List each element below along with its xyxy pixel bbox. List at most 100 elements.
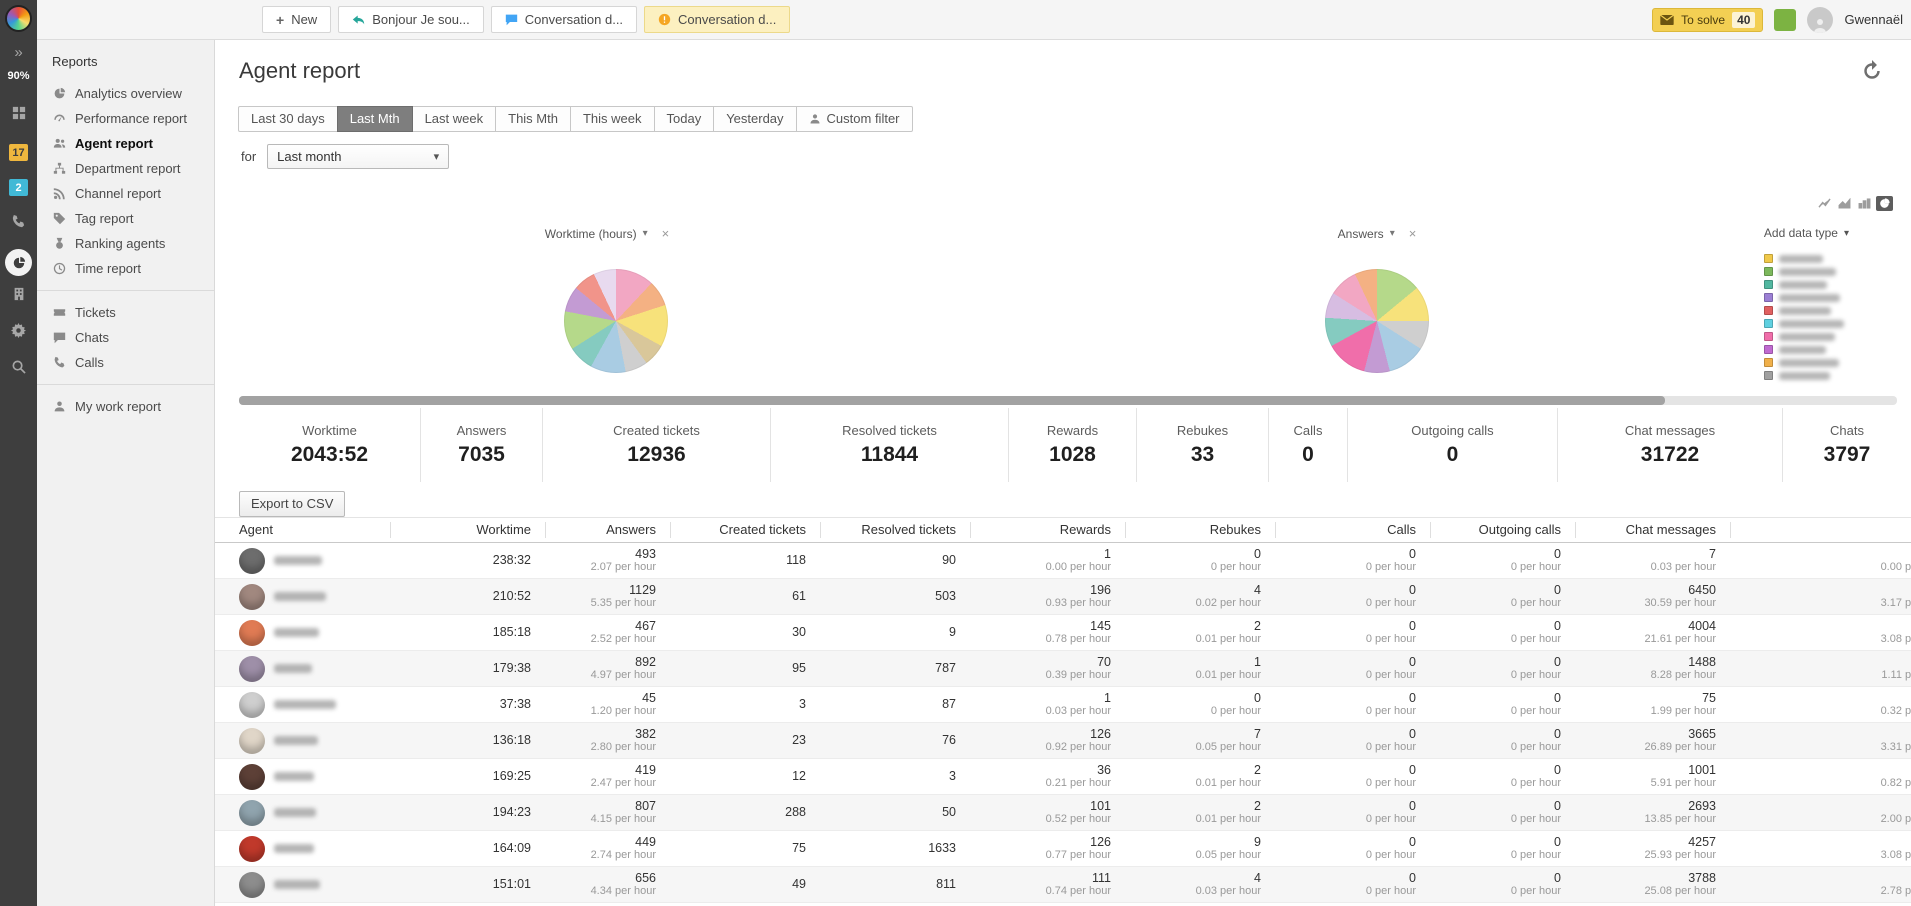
expand-sidebar-icon[interactable]: » <box>0 44 37 61</box>
sidebar-item-department-report[interactable]: Department report <box>37 156 214 181</box>
period-select[interactable]: Last month ▾ <box>267 144 449 169</box>
user-avatar[interactable] <box>1807 7 1833 33</box>
column-header-worktime[interactable]: Worktime <box>390 522 545 538</box>
horizontal-scrollbar[interactable] <box>239 396 1897 405</box>
sidebar-item-performance-report[interactable]: Performance report <box>37 106 214 131</box>
cell-worktime: 238:32 <box>390 553 545 567</box>
legend-item[interactable] <box>1764 369 1894 382</box>
table-row[interactable]: 179:388924.97 per hour95787700.39 per ho… <box>215 651 1911 687</box>
table-row[interactable]: 136:183822.80 per hour23761260.92 per ho… <box>215 723 1911 759</box>
legend-item[interactable] <box>1764 330 1894 343</box>
stat-created-tickets: Created tickets12936 <box>542 408 770 482</box>
refresh-icon[interactable] <box>1861 60 1883 82</box>
app-logo[interactable] <box>0 5 37 32</box>
column-header-outgoing-calls[interactable]: Outgoing calls <box>1430 522 1575 538</box>
cell-outgoing: 00 per hour <box>1430 547 1575 574</box>
close-icon[interactable]: × <box>1409 226 1417 241</box>
worktime-pie-chart[interactable] <box>564 269 668 373</box>
calls-icon[interactable] <box>0 214 37 229</box>
stat-label: Created tickets <box>613 423 700 438</box>
chevron-down-icon[interactable]: ▾ <box>643 228 648 239</box>
cell-chat_messages: 366526.89 per hour <box>1575 727 1730 754</box>
sidebar-item-my-work-report[interactable]: My work report <box>37 394 214 419</box>
filter-last-mth[interactable]: Last Mth <box>337 106 413 132</box>
sidebar-item-analytics-overview[interactable]: Analytics overview <box>37 81 214 106</box>
legend-item[interactable] <box>1764 265 1894 278</box>
table-row[interactable]: 185:184672.52 per hour3091450.78 per hou… <box>215 615 1911 651</box>
table-row[interactable]: 37:38451.20 per hour38710.03 per hour00 … <box>215 687 1911 723</box>
cell-answers: 4932.07 per hour <box>545 547 670 574</box>
table-row[interactable]: 194:238074.15 per hour288501010.52 per h… <box>215 795 1911 831</box>
column-header-agent[interactable]: Agent <box>215 522 390 538</box>
filter-this-week[interactable]: This week <box>570 106 655 132</box>
tickets-count-badge[interactable]: 17 <box>0 144 37 161</box>
table-row[interactable]: 151:016564.34 per hour498111110.74 per h… <box>215 867 1911 903</box>
worktime-chart-title[interactable]: Worktime (hours) <box>545 227 637 241</box>
add-data-type-button[interactable]: Add data type ▾ <box>1764 226 1849 240</box>
conversation-tab-2[interactable]: Conversation d... <box>491 6 637 33</box>
legend-item[interactable] <box>1764 343 1894 356</box>
legend-item[interactable] <box>1764 304 1894 317</box>
cell-worktime: 169:25 <box>390 769 545 783</box>
conversation-tab-0[interactable]: +New <box>262 6 331 33</box>
sidebar-item-calls[interactable]: Calls <box>37 350 214 375</box>
reports-icon-active[interactable] <box>0 249 37 276</box>
agent-name-redacted <box>274 880 320 889</box>
filter-custom-filter[interactable]: Custom filter <box>796 106 913 132</box>
filter-last-30-days[interactable]: Last 30 days <box>238 106 338 132</box>
filter-yesterday[interactable]: Yesterday <box>713 106 796 132</box>
table-row[interactable]: 238:324932.07 per hour1189010.00 per hou… <box>215 543 1911 579</box>
company-icon[interactable] <box>0 287 37 301</box>
legend-item[interactable] <box>1764 291 1894 304</box>
pie-chart-icon[interactable] <box>1876 196 1893 211</box>
legend-item[interactable] <box>1764 278 1894 291</box>
export-csv-button[interactable]: Export to CSV <box>239 491 345 517</box>
column-header-rewards[interactable]: Rewards <box>970 522 1125 538</box>
column-header-rebukes[interactable]: Rebukes <box>1125 522 1275 538</box>
column-header-chat-messages[interactable]: Chat messages <box>1575 522 1730 538</box>
legend-item[interactable] <box>1764 317 1894 330</box>
answers-pie-chart[interactable] <box>1325 269 1429 373</box>
area-chart-icon[interactable] <box>1836 196 1853 211</box>
sidebar-item-tag-report[interactable]: Tag report <box>37 206 214 231</box>
answers-chart-title[interactable]: Answers <box>1338 227 1384 241</box>
stat-resolved-tickets: Resolved tickets11844 <box>770 408 1008 482</box>
stat-value: 0 <box>1302 443 1314 467</box>
sidebar-item-time-report[interactable]: Time report <box>37 256 214 281</box>
username[interactable]: Gwennaël <box>1844 12 1903 27</box>
sidebar-item-agent-report[interactable]: Agent report <box>37 131 214 156</box>
filter-this-mth[interactable]: This Mth <box>495 106 571 132</box>
online-status-icon[interactable] <box>1774 9 1796 31</box>
column-header-answers[interactable]: Answers <box>545 522 670 538</box>
chats-count-badge[interactable]: 2 <box>0 179 37 196</box>
to-solve-badge[interactable]: To solve 40 <box>1652 8 1763 32</box>
sidebar-item-tickets[interactable]: Tickets <box>37 300 214 325</box>
cell-worktime: 179:38 <box>390 661 545 675</box>
chevron-down-icon[interactable]: ▾ <box>1390 228 1395 239</box>
column-header-created-tickets[interactable]: Created tickets <box>670 522 820 538</box>
sidebar-item-channel-report[interactable]: Channel report <box>37 181 214 206</box>
people-icon <box>52 137 66 150</box>
legend-item[interactable] <box>1764 356 1894 369</box>
legend-item[interactable] <box>1764 252 1894 265</box>
conversation-tab-3[interactable]: Conversation d... <box>644 6 790 33</box>
search-icon[interactable] <box>0 359 37 374</box>
agent-avatar <box>239 584 265 610</box>
sidebar-item-ranking-agents[interactable]: Ranking agents <box>37 231 214 256</box>
line-chart-icon[interactable] <box>1816 196 1833 211</box>
table-row[interactable]: 210:5211295.35 per hour615031960.93 per … <box>215 579 1911 615</box>
close-icon[interactable]: × <box>662 226 670 241</box>
settings-gear-icon[interactable] <box>0 323 37 338</box>
sidebar-item-chats[interactable]: Chats <box>37 325 214 350</box>
filter-last-week[interactable]: Last week <box>412 106 497 132</box>
dashboard-grid-icon[interactable] <box>0 106 37 120</box>
table-row[interactable]: 164:094492.74 per hour7516331260.77 per … <box>215 831 1911 867</box>
column-header-chats[interactable]: Chats <box>1730 522 1911 538</box>
conversation-tab-1[interactable]: Bonjour Je sou... <box>338 6 484 33</box>
table-row[interactable]: 169:254192.47 per hour123360.21 per hour… <box>215 759 1911 795</box>
column-header-calls[interactable]: Calls <box>1275 522 1430 538</box>
filter-today[interactable]: Today <box>654 106 715 132</box>
to-solve-count: 40 <box>1732 12 1755 28</box>
bar-chart-icon[interactable] <box>1856 196 1873 211</box>
column-header-resolved-tickets[interactable]: Resolved tickets <box>820 522 970 538</box>
